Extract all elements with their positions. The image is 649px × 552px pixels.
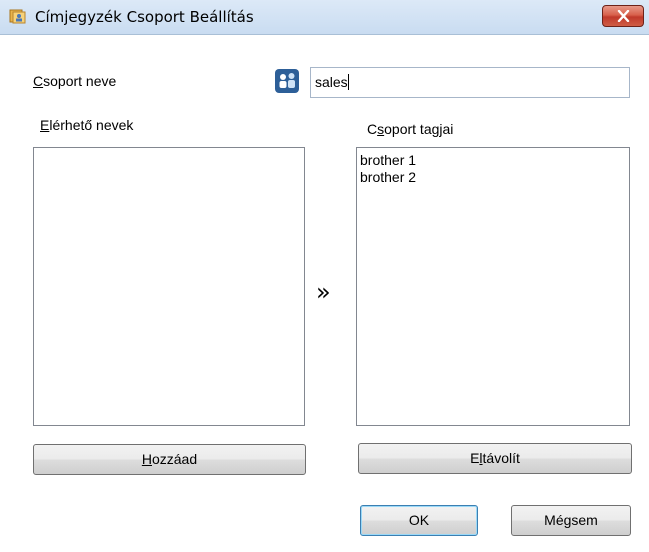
text-caret [347, 74, 349, 90]
group-name-label: Csoport neve [33, 73, 117, 89]
group-name-input[interactable]: sales [310, 67, 630, 98]
close-button[interactable] [602, 5, 644, 27]
cancel-button[interactable]: Mégsem [511, 505, 631, 536]
address-book-icon [9, 9, 26, 24]
list-item[interactable]: brother 1 [357, 152, 629, 169]
group-members-list[interactable]: brother 1 brother 2 [356, 147, 630, 426]
people-icon[interactable] [275, 69, 299, 93]
remove-button[interactable]: Eltávolít [358, 443, 632, 474]
available-names-list[interactable] [33, 147, 305, 426]
close-icon [617, 10, 630, 22]
available-names-label: Elérhető nevek [40, 117, 134, 133]
move-right-icon[interactable]: » [316, 280, 331, 304]
add-button[interactable]: Hozzáad [33, 444, 306, 475]
title-bar: Címjegyzék Csoport Beállítás [0, 0, 649, 35]
window-title: Címjegyzék Csoport Beállítás [35, 8, 254, 26]
list-item[interactable]: brother 2 [357, 169, 629, 186]
group-members-label: Csoport tagjai [367, 121, 454, 137]
ok-button[interactable]: OK [360, 505, 478, 536]
